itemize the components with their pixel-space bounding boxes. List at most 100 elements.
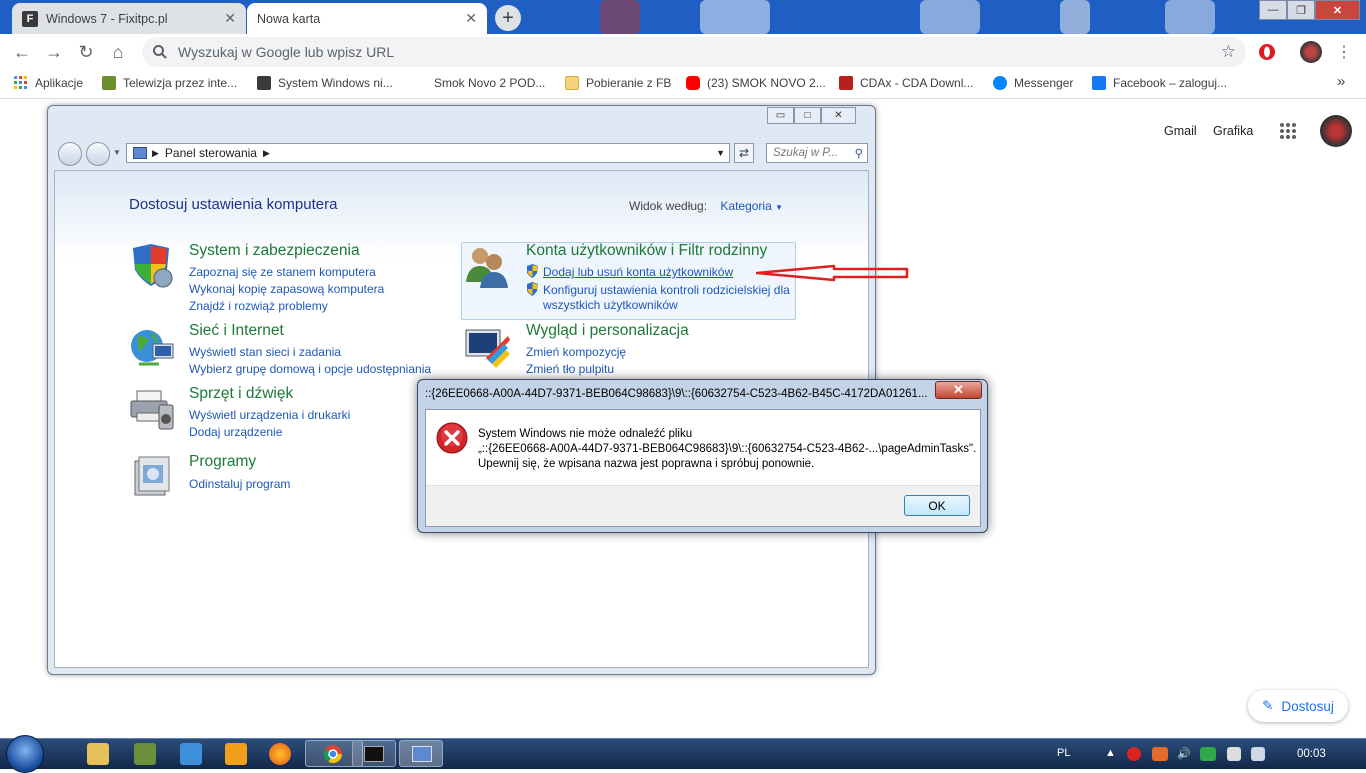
bookmark-label: Facebook – zaloguj... (1113, 76, 1228, 90)
bookmark-label: Aplikacje (35, 76, 84, 90)
cmd-icon (364, 746, 384, 762)
back-arrow-icon[interactable]: ← (10, 40, 34, 64)
reload-icon[interactable]: ↻ (74, 40, 98, 64)
recent-pages-chevron-icon[interactable]: ▼ (113, 148, 121, 157)
category-link[interactable]: Wykonaj kopię zapasową komputera (189, 282, 384, 296)
view-by-dropdown[interactable]: Kategoria ▼ (720, 199, 783, 213)
bookmark-tv[interactable]: Telewizja przez inte... (102, 76, 237, 90)
message-line: System Windows nie może odnaleźć pliku (478, 428, 693, 440)
dialog-close-button[interactable]: ✕ (935, 381, 982, 399)
menu-dots-icon[interactable]: ⋮ (1336, 42, 1352, 62)
category-link[interactable]: Znajdź i rozwiąż problemy (189, 299, 328, 313)
category-link[interactable]: Wybierz grupę domową i opcje udostępnian… (189, 362, 431, 376)
minimize-button[interactable]: — (1259, 0, 1287, 20)
category-link[interactable]: Odinstaluj program (189, 477, 290, 491)
bookmark-smok-novo[interactable]: Smok Novo 2 POD... (434, 76, 545, 90)
media-player-icon[interactable] (225, 743, 247, 765)
category-link[interactable]: Wyświetl urządzenia i drukarki (189, 408, 350, 422)
dialog-footer: OK (426, 485, 980, 526)
customize-button[interactable]: ✎ Dostosuj (1248, 690, 1348, 722)
google-account-avatar[interactable] (1320, 115, 1352, 147)
control-panel-taskbar-button[interactable] (399, 740, 443, 767)
bookmark-cdax[interactable]: CDAx - CDA Downl... (839, 76, 973, 90)
show-hidden-icons[interactable]: ▲ (1105, 747, 1116, 759)
search-icon[interactable]: ⚲ (855, 146, 863, 160)
breadcrumb-separator-icon[interactable]: ▶ (263, 148, 270, 159)
google-apps-icon[interactable] (1280, 123, 1296, 139)
home-icon[interactable]: ⌂ (106, 40, 130, 64)
stop-icon[interactable] (1127, 747, 1141, 761)
tray-check-icon[interactable] (1200, 747, 1216, 761)
firefox-icon[interactable] (269, 743, 291, 765)
language-indicator[interactable]: PL (1057, 747, 1070, 759)
bookmark-pobieranie[interactable]: Pobieranie z FB (565, 76, 671, 90)
start-button[interactable] (6, 735, 44, 773)
category-link[interactable]: Zmień kompozycję (526, 345, 626, 359)
images-link[interactable]: Grafika (1213, 124, 1253, 138)
close-button[interactable]: ✕ (1315, 0, 1360, 20)
parental-controls-link[interactable]: Konfiguruj ustawienia kontroli rodziciel… (526, 282, 790, 297)
bookmark-star-icon[interactable]: ☆ (1221, 42, 1236, 62)
network-error-icon[interactable] (1227, 747, 1241, 761)
desktop-wallpaper-fragment (1060, 0, 1090, 34)
bookmark-label: Messenger (1014, 76, 1074, 90)
taskbar-clock[interactable]: 00:03 (1297, 748, 1326, 760)
tab-close-icon[interactable]: ✕ (224, 10, 236, 27)
category-link[interactable]: Dodaj urządzenie (189, 425, 282, 439)
bookmark-apps[interactable]: Aplikacje (14, 76, 83, 90)
bookmark-messenger[interactable]: Messenger (993, 76, 1073, 90)
cp-forward-button[interactable] (86, 142, 110, 166)
category-link[interactable]: Zmień tło pulpitu (526, 362, 614, 376)
app-icon[interactable] (180, 743, 202, 765)
tab-close-icon[interactable]: ✕ (465, 10, 477, 27)
category-link[interactable]: Zapoznaj się ze stanem komputera (189, 265, 376, 279)
profile-avatar[interactable] (1300, 41, 1322, 63)
desktop-wallpaper-fragment (920, 0, 980, 34)
cp-refresh-icon[interactable]: ⇄ (734, 143, 754, 163)
ok-button[interactable]: OK (904, 495, 970, 516)
volume-icon[interactable]: 🔊 (1177, 747, 1191, 760)
cmd-taskbar-button[interactable] (352, 740, 396, 767)
cp-search-box[interactable]: Szukaj w P... ⚲ (766, 143, 868, 163)
maximize-button[interactable]: ❐ (1287, 0, 1315, 20)
bookmark-system-windows[interactable]: System Windows ni... (257, 76, 393, 90)
cp-address-bar[interactable]: ▶ Panel sterowania ▶ ▼ (126, 143, 730, 163)
tab-fixitpc[interactable]: F Windows 7 - Fixitpc.pl ✕ (12, 3, 246, 34)
bookmark-youtube[interactable]: (23) SMOK NOVO 2... (686, 76, 826, 90)
new-tab-button[interactable]: + (495, 5, 521, 31)
bookmark-label: Smok Novo 2 POD... (434, 76, 546, 90)
error-icon (436, 422, 468, 454)
fixitpc-favicon-icon: F (22, 10, 38, 27)
breadcrumb-control-panel[interactable]: Panel sterowania (165, 146, 257, 160)
explorer-folder-icon[interactable] (87, 743, 109, 765)
parental-controls-link-cont[interactable]: wszystkich użytkowników (543, 298, 678, 312)
minecraft-icon[interactable] (134, 743, 156, 765)
bookmarks-overflow-icon[interactable]: » (1337, 73, 1345, 90)
forward-arrow-icon[interactable]: → (42, 40, 66, 64)
cp-back-button[interactable] (58, 142, 82, 166)
bookmark-label: CDAx - CDA Downl... (860, 76, 974, 90)
cp-minimize-button[interactable]: ▭ (767, 107, 794, 124)
category-heading[interactable]: Wygląd i personalizacja (526, 322, 689, 340)
view-by-value: Kategoria (720, 199, 772, 213)
address-dropdown-icon[interactable]: ▼ (716, 148, 725, 158)
bookmark-facebook[interactable]: Facebook – zaloguj... (1092, 76, 1227, 90)
category-heading[interactable]: Programy (189, 453, 256, 471)
action-center-icon[interactable] (1251, 747, 1265, 761)
message-line: Upewnij się, że wpisana nazwa jest popra… (478, 458, 815, 470)
tab-new-tab[interactable]: Nowa karta ✕ (247, 3, 487, 34)
category-heading[interactable]: Sprzęt i dźwięk (189, 385, 293, 403)
category-heading[interactable]: Konta użytkowników i Filtr rodzinny (526, 242, 767, 260)
bookmarks-bar: Aplikacje Telewizja przez inte... System… (0, 70, 1366, 99)
category-heading[interactable]: Sieć i Internet (189, 322, 284, 340)
opera-extension-icon[interactable] (1258, 43, 1276, 61)
cp-maximize-button[interactable]: □ (794, 107, 821, 124)
address-bar[interactable]: Wyszukaj w Google lub wpisz URL ☆ (142, 37, 1246, 67)
annotation-arrow (756, 264, 909, 282)
gmail-link[interactable]: Gmail (1164, 124, 1197, 138)
category-link[interactable]: Wyświetl stan sieci i zadania (189, 345, 341, 359)
cp-close-button[interactable]: ✕ (821, 107, 856, 124)
tray-app-icon[interactable] (1152, 747, 1168, 761)
add-remove-accounts-link[interactable]: Dodaj lub usuń konta użytkowników (526, 264, 733, 279)
category-heading[interactable]: System i zabezpieczenia (189, 242, 360, 260)
